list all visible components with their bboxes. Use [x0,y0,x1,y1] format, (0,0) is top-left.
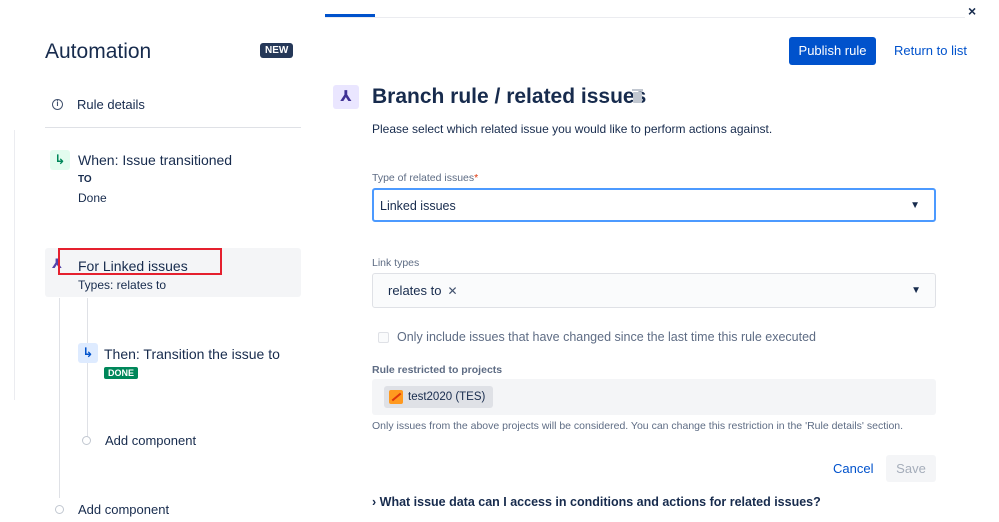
highlight-annotation-box [58,248,222,275]
issue-data-expander[interactable]: › What issue data can I access in condit… [372,495,821,509]
link-types-select[interactable]: relates to ✕ ▼ [372,273,936,308]
branch-icon: ⅄ [333,85,359,109]
return-to-list-link[interactable]: Return to list [894,43,967,58]
required-marker: * [474,172,479,184]
changed-issues-checkbox-row[interactable]: Only include issues that have changed si… [378,330,816,344]
add-component-outer[interactable]: Add component [55,502,169,517]
trigger-to-value: Done [78,191,107,205]
trigger-icon: ↳ [50,150,70,170]
transition-icon: ↳ [78,343,98,363]
chevron-right-icon: › [372,495,380,509]
branch-subtitle: Types: relates to [78,278,167,292]
chevron-down-icon: ▼ [910,200,920,211]
node-dot-icon [55,505,64,514]
rule-details-item[interactable]: i Rule details [52,97,145,112]
rule-connector-line [59,298,60,498]
top-divider [325,17,965,18]
node-dot-icon [82,436,91,445]
cancel-button[interactable]: Cancel [833,461,873,476]
panel-description: Please select which related issue you wo… [372,122,773,136]
trigger-to-label: TO [78,174,92,185]
branch-connector-line [87,298,88,438]
select-value: Linked issues [380,199,456,213]
left-divider [14,130,15,400]
trigger-title: When: Issue transitioned [78,152,233,168]
link-types-label: Link types [372,257,420,269]
link-type-chip: relates to ✕ [388,283,458,298]
action-title: Then: Transition the issue to [104,346,280,362]
save-button[interactable]: Save [886,455,936,482]
projects-field: test2020 (TES) [372,379,936,415]
type-field-label: Type of related issues* [372,172,479,184]
add-component-label: Add component [105,433,197,448]
close-icon[interactable]: × [968,3,976,19]
projects-label: Rule restricted to projects [372,364,503,376]
related-issues-type-select[interactable]: Linked issues ▼ [372,188,936,222]
checkbox-label: Only include issues that have changed si… [397,330,816,344]
remove-icon[interactable]: ✕ [447,284,457,298]
info-icon: i [52,99,63,110]
checkbox[interactable] [378,331,389,343]
add-component-label: Add component [78,502,170,517]
panel-title: Branch rule / related issues [372,85,647,108]
help-text: Only issues from the above projects will… [372,420,904,432]
project-chip: test2020 (TES) [384,386,494,408]
sidebar-divider [45,127,301,128]
add-component-inner[interactable]: Add component [82,433,196,448]
trash-icon[interactable] [632,89,643,103]
project-avatar-icon [389,390,403,404]
rule-details-label: Rule details [77,97,145,112]
sidebar-title: Automation [45,40,152,63]
new-badge: NEW [260,43,294,58]
publish-rule-button[interactable]: Publish rule [789,37,876,65]
status-lozenge: DONE [104,367,139,379]
chevron-down-icon: ▼ [911,285,921,296]
